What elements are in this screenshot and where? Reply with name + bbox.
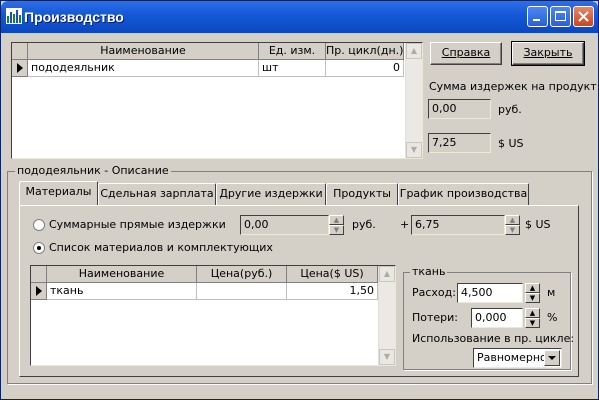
window-title: Производство — [24, 9, 124, 25]
losses-field[interactable]: 0,000 — [471, 308, 523, 328]
close-icon — [578, 11, 589, 22]
material-details-title: ткань — [410, 265, 448, 278]
spin-up-icon: ▲ — [329, 215, 344, 225]
main-window: Производство Наименование Ед. изм. Пр. ц… — [0, 0, 599, 400]
close-button[interactable]: Закрыть — [511, 41, 585, 66]
direct-rub-field: 0,00 — [240, 215, 329, 235]
spin-up-icon[interactable]: ▲ — [525, 308, 540, 318]
direct-rub-spinner: ▲ ▼ — [329, 215, 344, 235]
row-indicator — [12, 60, 28, 77]
consumption-label: Расход: — [412, 286, 456, 299]
cost-summary-label: Сумма издержек на продукт: — [429, 80, 599, 93]
table-cell-unit[interactable]: шт — [259, 60, 326, 77]
scroll-up-icon[interactable]: ▲ — [379, 266, 395, 282]
grid-corner — [12, 43, 28, 60]
direct-rub-unit: руб. — [352, 218, 376, 231]
consumption-unit: м — [547, 286, 556, 299]
tab-materials[interactable]: Материалы — [19, 181, 98, 205]
row-indicator — [31, 283, 47, 300]
spin-up-icon: ▲ — [505, 215, 520, 225]
help-button-label: Справка — [441, 46, 491, 59]
plus-sign: + — [400, 218, 410, 231]
losses-unit: % — [547, 311, 558, 324]
table-cell-name[interactable]: пододеяльник — [28, 60, 259, 77]
maximize-icon — [555, 11, 566, 21]
app-chart-icon — [6, 8, 22, 24]
materials-list-radio[interactable] — [33, 242, 45, 254]
scroll-up-icon[interactable]: ▲ — [406, 43, 422, 59]
tab-production-schedule-label: График производства — [399, 187, 528, 200]
direct-costs-label[interactable]: Суммарные прямые издержки — [49, 218, 226, 232]
products-grid[interactable]: Наименование Ед. изм. Пр. цикл(дн.) подо… — [11, 42, 423, 159]
current-row-icon — [36, 286, 42, 296]
spin-down-icon: ▼ — [505, 225, 520, 235]
cost-rub-field: 0,00 — [428, 99, 491, 119]
materials-grid[interactable]: Наименование Цена(руб.) Цена($ US) ткань… — [30, 265, 396, 366]
cost-usd-unit: $ US — [498, 137, 524, 150]
close-window-button[interactable] — [573, 6, 594, 27]
direct-costs-radio[interactable] — [33, 219, 45, 231]
description-title: пододеяльник - Описание — [15, 164, 171, 177]
spin-down-icon[interactable]: ▼ — [525, 293, 540, 303]
minimize-button[interactable] — [527, 6, 548, 27]
materials-scrollbar[interactable]: ▲ ▼ — [378, 266, 395, 365]
column-header-cycle[interactable]: Пр. цикл(дн.) — [326, 43, 404, 60]
tab-piece-wage[interactable]: Сдельная зарплата — [98, 183, 216, 205]
title-bar[interactable]: Производство — [1, 1, 598, 33]
maximize-button[interactable] — [550, 6, 571, 27]
tab-other-costs[interactable]: Другие издержки — [216, 183, 326, 205]
help-button[interactable]: Справка — [430, 42, 502, 65]
tab-piece-wage-label: Сдельная зарплата — [100, 187, 214, 200]
column-header-name[interactable]: Наименование — [47, 266, 197, 283]
dropdown-button[interactable] — [544, 350, 560, 366]
direct-usd-unit: $ US — [525, 218, 551, 231]
materials-tab-panel: Суммарные прямые издержки 0,00 ▲ ▼ руб. … — [19, 205, 579, 377]
tab-production-schedule[interactable]: График производства — [398, 183, 529, 205]
usage-label: Использование в пр. цикле: — [412, 332, 575, 345]
losses-label: Потери: — [412, 311, 459, 324]
chevron-down-icon — [548, 356, 556, 360]
close-button-label: Закрыть — [523, 46, 573, 59]
direct-usd-field: 6,75 — [411, 215, 505, 235]
spin-up-icon[interactable]: ▲ — [525, 283, 540, 293]
losses-spinner[interactable]: ▲ ▼ — [525, 308, 540, 328]
column-header-name[interactable]: Наименование — [28, 43, 259, 60]
table-cell-price-rub[interactable] — [197, 283, 287, 300]
current-row-icon — [17, 63, 23, 73]
cost-rub-unit: руб. — [498, 103, 522, 116]
usage-dropdown[interactable]: Равномерно — [473, 348, 562, 368]
tab-products[interactable]: Продукты — [326, 183, 398, 205]
minimize-icon — [533, 19, 540, 21]
tab-materials-label: Материалы — [25, 185, 92, 198]
scroll-down-icon[interactable]: ▼ — [406, 142, 422, 158]
spin-down-icon[interactable]: ▼ — [525, 318, 540, 328]
table-cell-price-usd[interactable]: 1,50 — [287, 283, 378, 300]
cost-usd-field: 7,25 — [428, 133, 491, 153]
column-header-unit[interactable]: Ед. изм. — [259, 43, 326, 60]
products-scrollbar[interactable]: ▲ ▼ — [405, 43, 422, 158]
column-header-price-usd[interactable]: Цена($ US) — [287, 266, 378, 283]
table-cell-cycle[interactable]: 0 — [326, 60, 404, 77]
direct-usd-spinner: ▲ ▼ — [505, 215, 520, 235]
tab-strip: Материалы Сдельная зарплата Другие издер… — [19, 181, 579, 207]
spin-down-icon: ▼ — [329, 225, 344, 235]
consumption-spinner[interactable]: ▲ ▼ — [525, 283, 540, 303]
scroll-down-icon[interactable]: ▼ — [379, 349, 395, 365]
window-client-area: Наименование Ед. изм. Пр. цикл(дн.) подо… — [5, 33, 599, 391]
tab-products-label: Продукты — [333, 187, 391, 200]
consumption-field[interactable]: 4,500 — [457, 283, 523, 303]
materials-list-label[interactable]: Список материалов и комплектующих — [49, 241, 273, 255]
grid-corner — [31, 266, 47, 283]
table-cell-name[interactable]: ткань — [47, 283, 197, 300]
tab-other-costs-label: Другие издержки — [219, 187, 323, 200]
column-header-price-rub[interactable]: Цена(руб.) — [197, 266, 287, 283]
usage-value: Равномерно — [477, 351, 547, 364]
